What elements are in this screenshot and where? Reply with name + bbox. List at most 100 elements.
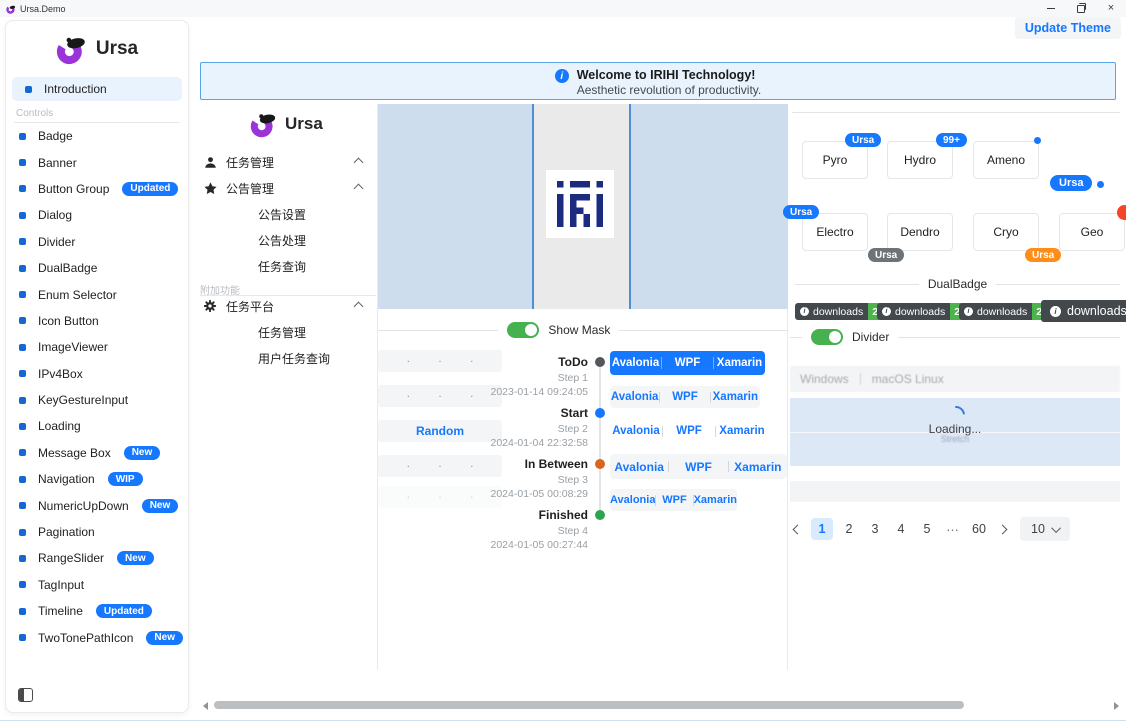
chevron-down-icon — [1051, 523, 1061, 533]
avalonia-button[interactable]: Avalonia — [610, 494, 655, 506]
page-button-1[interactable]: 1 — [811, 518, 833, 540]
image-viewer[interactable] — [378, 104, 788, 309]
status-badge: New — [117, 551, 154, 565]
next-page-icon[interactable] — [998, 524, 1008, 534]
menu-item-label: 公告设置 — [258, 206, 306, 223]
divider-line — [619, 330, 788, 331]
show-mask-toggle[interactable] — [507, 322, 539, 338]
wpf-button[interactable]: WPF — [669, 460, 727, 474]
divider-line — [898, 337, 1120, 338]
menu-group-task-management[interactable]: 任务管理 — [200, 154, 376, 170]
sidebar-item-keygestureinput[interactable]: KeyGestureInput — [6, 387, 188, 413]
xamarin-button[interactable]: Xamarin — [694, 494, 737, 506]
sidebar-item-label: NumericUpDown — [38, 499, 129, 513]
page-button-5[interactable]: 5 — [917, 518, 937, 540]
sidebar-item-timeline[interactable]: TimelineUpdated — [6, 598, 188, 624]
xamarin-button[interactable]: Xamarin — [714, 357, 765, 369]
avalonia-button[interactable]: Avalonia — [610, 391, 659, 403]
timeline-dot-start — [595, 408, 605, 418]
wpf-button[interactable]: WPF — [660, 391, 709, 403]
sidebar-item-dialog[interactable]: Dialog — [6, 202, 188, 228]
divider-line — [790, 337, 802, 338]
title-bar: Ursa.Demo × — [0, 0, 1126, 17]
scroll-left-icon[interactable] — [203, 702, 208, 710]
banner-title: Welcome to IRIHI Technology! — [577, 68, 762, 83]
sidebar-item-banner[interactable]: Banner — [6, 149, 188, 175]
avalonia-button[interactable]: Avalonia — [610, 425, 662, 437]
wpf-button[interactable]: WPF — [662, 357, 713, 369]
ursa-badge-orange: Ursa — [1025, 248, 1061, 262]
bullet-icon — [19, 133, 26, 140]
sidebar-item-twotonepathicon[interactable]: TwoTonePathIconNew — [6, 624, 188, 650]
sidebar-item-taginput[interactable]: TagInput — [6, 572, 188, 598]
standalone-ursa-badge: Ursa — [1050, 175, 1092, 191]
xamarin-button[interactable]: Xamarin — [711, 391, 760, 403]
xamarin-button[interactable]: Xamarin — [729, 460, 787, 474]
menu-item-announcement-handling[interactable]: 公告处理 — [258, 232, 306, 248]
sidebar-list: Badge Banner Button GroupUpdated Dialog … — [6, 123, 188, 651]
bullet-icon — [19, 555, 26, 562]
sidebar-item-label: Introduction — [44, 82, 107, 96]
avalonia-button[interactable]: Avalonia — [610, 460, 668, 474]
timeline-step-title: Start — [440, 406, 588, 420]
horizontal-scrollbar[interactable] — [214, 701, 964, 709]
update-theme-button[interactable]: Update Theme — [1015, 17, 1121, 39]
menu-item-announcement-settings[interactable]: 公告设置 — [258, 206, 306, 222]
ursa-logo-icon — [250, 110, 278, 138]
menu-group-task-platform[interactable]: 任务平台 — [200, 298, 376, 314]
badge-card-geo: Geo — [1059, 213, 1125, 251]
sidebar-item-navigation[interactable]: NavigationWIP — [6, 466, 188, 492]
card-label: Geo — [1081, 225, 1104, 239]
sidebar-item-numericupdown[interactable]: NumericUpDownNew — [6, 492, 188, 518]
sidebar-item-message-box[interactable]: Message BoxNew — [6, 440, 188, 466]
card-label: Ameno — [987, 153, 1025, 167]
sidebar-item-ipv4box[interactable]: IPv4Box — [6, 361, 188, 387]
sidebar-item-dualbadge[interactable]: DualBadge — [6, 255, 188, 281]
sidebar-item-imageviewer[interactable]: ImageViewer — [6, 334, 188, 360]
sidebar-item-pagination[interactable]: Pagination — [6, 519, 188, 545]
wpf-button[interactable]: WPF — [663, 425, 715, 437]
page-button-60[interactable]: 60 — [969, 518, 989, 540]
sidebar-item-icon-button[interactable]: Icon Button — [6, 308, 188, 334]
loading-panel: Loading... Stretch — [790, 398, 1120, 466]
sidebar-item-introduction[interactable]: Introduction — [12, 77, 182, 101]
divider-demo-row: Divider — [790, 329, 1120, 345]
sidebar-item-label: KeyGestureInput — [38, 393, 128, 407]
sidebar-item-badge[interactable]: Badge — [6, 123, 188, 149]
previous-page-icon[interactable] — [793, 524, 803, 534]
menu-group-announcement[interactable]: 公告管理 — [200, 180, 376, 196]
sidebar-item-enum-selector[interactable]: Enum Selector — [6, 281, 188, 307]
menu-item-user-task-query[interactable]: 用户任务查询 — [258, 350, 330, 366]
octet-separator: . — [407, 489, 410, 501]
page-size-select[interactable]: 10 — [1020, 517, 1070, 541]
menu-item-task-management[interactable]: 任务管理 — [258, 324, 306, 340]
close-button[interactable]: × — [1096, 0, 1126, 17]
sidebar-item-label: Banner — [38, 156, 77, 170]
menu-brand: Ursa — [250, 110, 323, 138]
page-button-2[interactable]: 2 — [839, 518, 859, 540]
wpf-button[interactable]: WPF — [656, 494, 692, 506]
divider-toggle[interactable] — [811, 329, 843, 345]
sidebar-item-rangeslider[interactable]: RangeSliderNew — [6, 545, 188, 571]
scroll-right-icon[interactable] — [1114, 702, 1119, 710]
divider-line — [378, 330, 498, 331]
sidebar-item-label: TagInput — [38, 578, 84, 592]
maximize-button[interactable] — [1066, 0, 1096, 17]
info-icon: i — [800, 307, 809, 316]
menu-divider — [200, 295, 376, 296]
page-button-4[interactable]: 4 — [891, 518, 911, 540]
sidebar-item-divider[interactable]: Divider — [6, 229, 188, 255]
status-badge: New — [146, 631, 183, 645]
person-icon — [200, 156, 220, 169]
sidebar-item-loading[interactable]: Loading — [6, 413, 188, 439]
avalonia-button[interactable]: Avalonia — [610, 357, 661, 369]
timeline-connector — [599, 367, 601, 515]
minimize-button[interactable] — [1036, 0, 1066, 17]
card-label: Pyro — [823, 153, 848, 167]
xamarin-button[interactable]: Xamarin — [716, 425, 768, 437]
page-button-3[interactable]: 3 — [865, 518, 885, 540]
menu-item-task-query[interactable]: 任务查询 — [258, 258, 306, 274]
collapse-sidebar-icon[interactable] — [18, 688, 33, 702]
show-mask-label: Show Mask — [548, 323, 610, 337]
sidebar-item-button-group[interactable]: Button GroupUpdated — [6, 176, 188, 202]
